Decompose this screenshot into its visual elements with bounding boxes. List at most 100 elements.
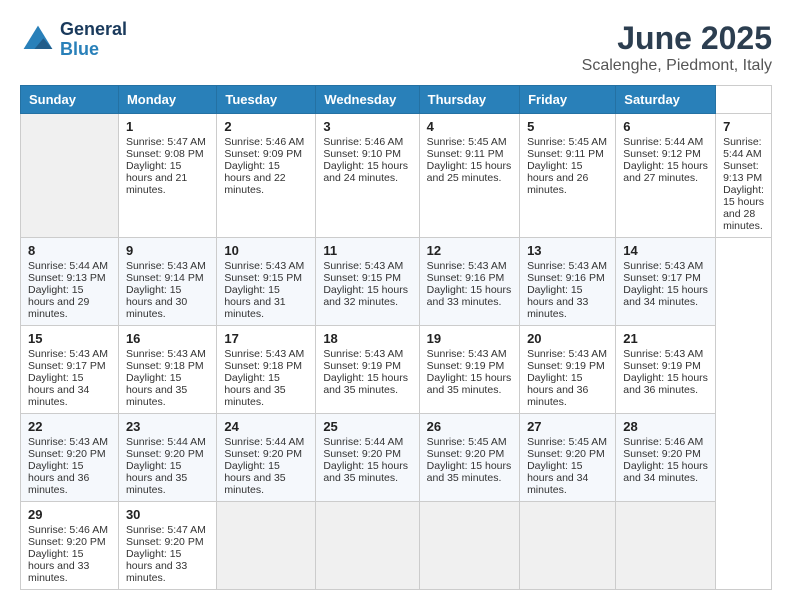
sunset-text: Sunset: 9:17 PM (28, 360, 111, 372)
header-cell-friday: Friday (520, 86, 616, 114)
day-cell: 10Sunrise: 5:43 AMSunset: 9:15 PMDayligh… (217, 238, 316, 326)
day-number: 24 (224, 419, 308, 434)
sunset-text: Sunset: 9:20 PM (224, 448, 308, 460)
day-number: 15 (28, 331, 111, 346)
day-cell (21, 114, 119, 238)
calendar-table: SundayMondayTuesdayWednesdayThursdayFrid… (20, 85, 772, 590)
sunrise-text: Sunrise: 5:45 AM (427, 436, 512, 448)
day-number: 18 (323, 331, 411, 346)
day-number: 16 (126, 331, 209, 346)
week-row-4: 22Sunrise: 5:43 AMSunset: 9:20 PMDayligh… (21, 414, 772, 502)
sunset-text: Sunset: 9:13 PM (28, 272, 111, 284)
sunrise-text: Sunrise: 5:45 AM (527, 436, 608, 448)
daylight-text: Daylight: 15 hours and 34 minutes. (28, 372, 111, 408)
day-number: 2 (224, 119, 308, 134)
daylight-text: Daylight: 15 hours and 29 minutes. (28, 284, 111, 320)
sunset-text: Sunset: 9:11 PM (527, 148, 608, 160)
sunrise-text: Sunrise: 5:44 AM (126, 436, 209, 448)
logo: General Blue (20, 20, 127, 60)
logo-icon (20, 22, 56, 58)
daylight-text: Daylight: 15 hours and 26 minutes. (527, 160, 608, 196)
header-cell-tuesday: Tuesday (217, 86, 316, 114)
sunset-text: Sunset: 9:19 PM (323, 360, 411, 372)
sunset-text: Sunset: 9:20 PM (126, 536, 209, 548)
sunset-text: Sunset: 9:20 PM (427, 448, 512, 460)
sunset-text: Sunset: 9:09 PM (224, 148, 308, 160)
daylight-text: Daylight: 15 hours and 25 minutes. (427, 160, 512, 184)
day-number: 29 (28, 507, 111, 522)
sunset-text: Sunset: 9:15 PM (224, 272, 308, 284)
day-number: 8 (28, 243, 111, 258)
day-cell: 17Sunrise: 5:43 AMSunset: 9:18 PMDayligh… (217, 326, 316, 414)
day-cell: 5Sunrise: 5:45 AMSunset: 9:11 PMDaylight… (520, 114, 616, 238)
sunrise-text: Sunrise: 5:43 AM (427, 260, 512, 272)
sunset-text: Sunset: 9:12 PM (623, 148, 708, 160)
sunset-text: Sunset: 9:20 PM (527, 448, 608, 460)
day-cell (217, 502, 316, 590)
day-cell: 20Sunrise: 5:43 AMSunset: 9:19 PMDayligh… (520, 326, 616, 414)
daylight-text: Daylight: 15 hours and 34 minutes. (623, 460, 708, 484)
day-number: 28 (623, 419, 708, 434)
daylight-text: Daylight: 15 hours and 34 minutes. (527, 460, 608, 496)
daylight-text: Daylight: 15 hours and 21 minutes. (126, 160, 209, 196)
sunrise-text: Sunrise: 5:47 AM (126, 524, 209, 536)
calendar-title: June 2025 (582, 20, 772, 57)
logo-line2: Blue (60, 40, 127, 60)
sunrise-text: Sunrise: 5:43 AM (323, 348, 411, 360)
daylight-text: Daylight: 15 hours and 33 minutes. (427, 284, 512, 308)
sunset-text: Sunset: 9:18 PM (126, 360, 209, 372)
sunrise-text: Sunrise: 5:43 AM (527, 348, 608, 360)
day-cell: 9Sunrise: 5:43 AMSunset: 9:14 PMDaylight… (118, 238, 216, 326)
day-cell (419, 502, 519, 590)
sunrise-text: Sunrise: 5:43 AM (623, 260, 708, 272)
day-number: 14 (623, 243, 708, 258)
sunrise-text: Sunrise: 5:43 AM (623, 348, 708, 360)
sunrise-text: Sunrise: 5:46 AM (224, 136, 308, 148)
sunrise-text: Sunrise: 5:43 AM (224, 348, 308, 360)
day-number: 3 (323, 119, 411, 134)
sunrise-text: Sunrise: 5:44 AM (723, 136, 764, 160)
day-cell: 7Sunrise: 5:44 AMSunset: 9:13 PMDaylight… (716, 114, 772, 238)
daylight-text: Daylight: 15 hours and 33 minutes. (126, 548, 209, 584)
calendar-subtitle: Scalenghe, Piedmont, Italy (582, 57, 772, 75)
day-number: 20 (527, 331, 608, 346)
day-cell: 1Sunrise: 5:47 AMSunset: 9:08 PMDaylight… (118, 114, 216, 238)
day-number: 6 (623, 119, 708, 134)
week-row-5: 29Sunrise: 5:46 AMSunset: 9:20 PMDayligh… (21, 502, 772, 590)
sunrise-text: Sunrise: 5:46 AM (323, 136, 411, 148)
day-cell: 8Sunrise: 5:44 AMSunset: 9:13 PMDaylight… (21, 238, 119, 326)
day-number: 4 (427, 119, 512, 134)
day-number: 7 (723, 119, 764, 134)
day-number: 1 (126, 119, 209, 134)
title-area: June 2025 Scalenghe, Piedmont, Italy (582, 20, 772, 75)
sunrise-text: Sunrise: 5:43 AM (28, 436, 111, 448)
day-number: 9 (126, 243, 209, 258)
day-cell: 3Sunrise: 5:46 AMSunset: 9:10 PMDaylight… (316, 114, 419, 238)
daylight-text: Daylight: 15 hours and 31 minutes. (224, 284, 308, 320)
sunset-text: Sunset: 9:10 PM (323, 148, 411, 160)
week-row-3: 15Sunrise: 5:43 AMSunset: 9:17 PMDayligh… (21, 326, 772, 414)
sunrise-text: Sunrise: 5:45 AM (527, 136, 608, 148)
day-number: 25 (323, 419, 411, 434)
day-number: 12 (427, 243, 512, 258)
day-number: 13 (527, 243, 608, 258)
day-cell: 30Sunrise: 5:47 AMSunset: 9:20 PMDayligh… (118, 502, 216, 590)
day-cell: 27Sunrise: 5:45 AMSunset: 9:20 PMDayligh… (520, 414, 616, 502)
day-cell: 21Sunrise: 5:43 AMSunset: 9:19 PMDayligh… (616, 326, 716, 414)
day-cell: 25Sunrise: 5:44 AMSunset: 9:20 PMDayligh… (316, 414, 419, 502)
header-cell-monday: Monday (118, 86, 216, 114)
day-cell: 22Sunrise: 5:43 AMSunset: 9:20 PMDayligh… (21, 414, 119, 502)
day-cell: 16Sunrise: 5:43 AMSunset: 9:18 PMDayligh… (118, 326, 216, 414)
day-number: 22 (28, 419, 111, 434)
sunset-text: Sunset: 9:18 PM (224, 360, 308, 372)
sunset-text: Sunset: 9:20 PM (623, 448, 708, 460)
day-number: 23 (126, 419, 209, 434)
sunset-text: Sunset: 9:13 PM (723, 160, 764, 184)
day-cell: 4Sunrise: 5:45 AMSunset: 9:11 PMDaylight… (419, 114, 519, 238)
daylight-text: Daylight: 15 hours and 36 minutes. (527, 372, 608, 408)
sunset-text: Sunset: 9:20 PM (323, 448, 411, 460)
sunrise-text: Sunrise: 5:43 AM (224, 260, 308, 272)
sunrise-text: Sunrise: 5:43 AM (527, 260, 608, 272)
sunset-text: Sunset: 9:19 PM (427, 360, 512, 372)
day-cell: 2Sunrise: 5:46 AMSunset: 9:09 PMDaylight… (217, 114, 316, 238)
